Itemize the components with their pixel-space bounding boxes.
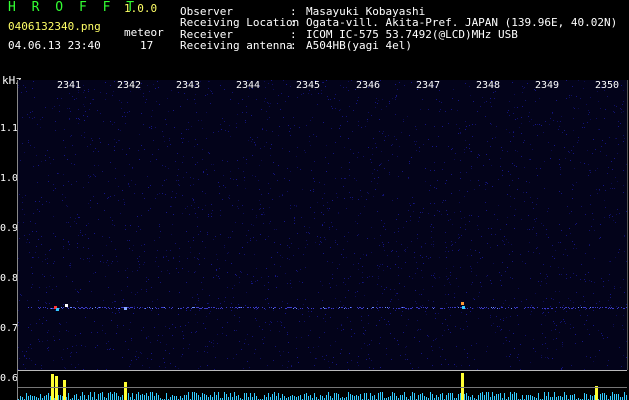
station-info-separators: : : : : [290,5,297,53]
y-tick-label: 0.9 [0,223,19,234]
x-tick-label: 2348 [476,80,501,91]
y-tick-label: 1.1 [0,123,19,134]
hrofft-window: H R O F F T 1.0.0 0406132340.png 04.06.1… [0,0,629,400]
x-tick-label: 2345 [296,80,321,91]
station-info-labels: Observer Receiving Location Receiver Rec… [180,5,300,53]
app-version: 1.0.0 [124,2,158,15]
station-info-values: Masayuki Kobayashi Ogata-vill. Akita-Pre… [306,5,618,53]
image-filename: 0406132340.png [8,20,101,33]
meteor-count-label: meteor [124,26,164,39]
observation-timestamp: 04.06.13 23:40 [8,39,101,52]
y-tick-label: 0.7 [0,323,19,334]
x-tick-label: 2347 [416,80,441,91]
x-tick-label: 2344 [236,80,261,91]
x-tick-label: 2342 [117,80,142,91]
signal-histogram-canvas [18,373,627,400]
y-tick-label: 0.6 [0,373,19,384]
x-tick-label: 2349 [535,80,560,91]
y-tick-label: 0.8 [0,273,19,284]
spectrogram-noise-canvas [18,80,627,370]
y-tick-label: 1.0 [0,173,19,184]
meteor-count-value: 17 [140,39,154,52]
x-tick-label: 2350 [595,80,620,91]
x-tick-label: 2341 [57,80,82,91]
app-title: H R O F F T [8,0,139,15]
spectrogram-display [18,80,628,370]
signal-histogram-panel [18,371,627,400]
x-tick-label: 2346 [356,80,381,91]
x-tick-label: 2343 [176,80,201,91]
